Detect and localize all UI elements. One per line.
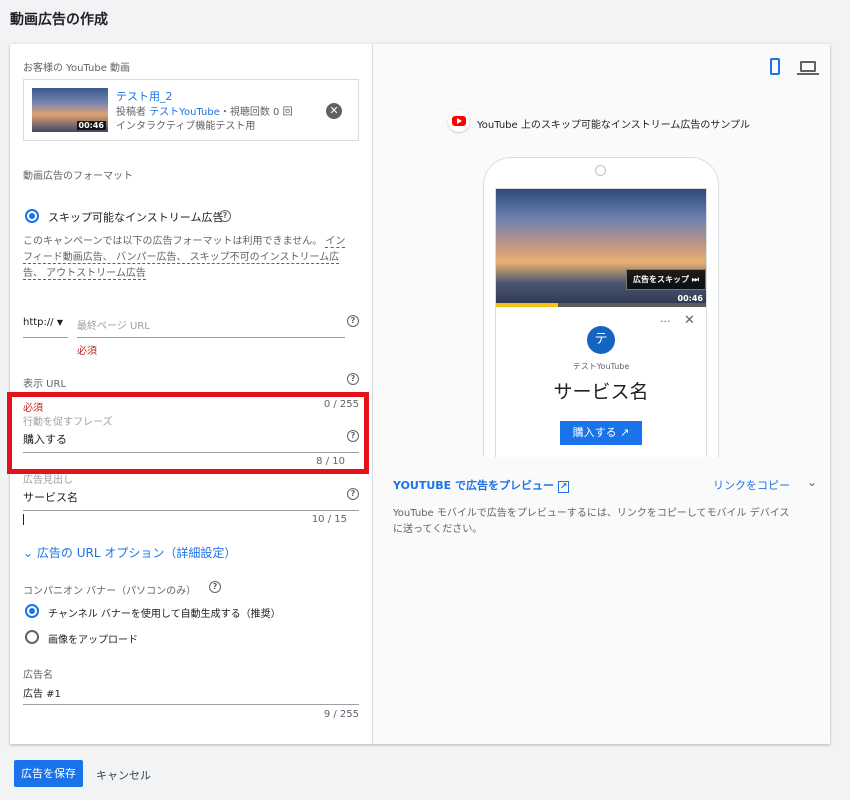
companion-radio-auto[interactable] <box>25 604 39 618</box>
url-options-toggle[interactable]: ⌄ 広告の URL オプション（詳細設定） <box>23 544 236 561</box>
video-thumbnail: 00:46 <box>32 88 108 132</box>
headline-underline <box>23 510 359 511</box>
preview-header: YouTube 上のスキップ可能なインストリーム広告のサンプル <box>477 120 751 131</box>
skip-ad-button[interactable]: 広告をスキップ ⏭ <box>626 269 706 290</box>
companion-label: コンパニオン バナー（パソコンのみ） <box>23 586 197 597</box>
preview-video: 広告をスキップ ⏭ 00:46 <box>496 189 706 307</box>
preview-link-label: YOUTUBE で広告をプレビュー <box>393 479 555 492</box>
laptop-base <box>797 73 819 75</box>
youtube-play-triangle <box>457 118 462 124</box>
thumbnail-duration: 00:46 <box>76 121 106 130</box>
preview-cta-label: 購入する <box>572 426 617 439</box>
format-note-link-infeed[interactable]: イン <box>325 236 346 248</box>
skip-ad-label: 広告をスキップ <box>633 275 689 284</box>
save-ad-button[interactable]: 広告を保存 <box>14 760 83 787</box>
final-url-input[interactable]: 最終ページ URL <box>77 317 150 332</box>
companion-radio-upload[interactable] <box>25 630 39 644</box>
close-icon[interactable]: ✕ <box>684 313 695 328</box>
chevron-down-icon: ▼ <box>56 318 63 327</box>
page-title: 動画広告の作成 <box>10 12 108 28</box>
protocol-underline <box>23 337 68 338</box>
preview-help-line2: に送ってください。 <box>393 524 483 535</box>
open-external-icon: ↗ <box>557 481 570 493</box>
text-cursor <box>23 514 24 525</box>
laptop-icon[interactable] <box>800 61 816 72</box>
video-title-link[interactable]: テスト用_2 <box>116 88 173 104</box>
preview-help-text: YouTube モバイルで広告をプレビューするには、リンクをコピーしてモバイル … <box>393 506 789 538</box>
video-section-label: お客様の YouTube 動画 <box>23 63 131 74</box>
format-section-label: 動画広告のフォーマット <box>23 171 133 182</box>
headline-help-icon[interactable]: ? <box>347 488 359 500</box>
companion-option-upload: 画像をアップロード <box>48 635 138 646</box>
chevron-down-icon: ⌄ <box>23 546 34 560</box>
video-meta: 投稿者 テストYouTube・視聴回数 0 回 <box>116 103 293 118</box>
final-url-required: 必須 <box>77 346 97 357</box>
preview-headline: サービス名 <box>553 381 649 403</box>
format-note: このキャンペーンでは以下の広告フォーマットは利用できません。 イン フィード動画… <box>23 234 363 282</box>
format-help-icon[interactable]: ? <box>219 210 231 222</box>
skip-next-icon: ⏭ <box>691 275 699 284</box>
preview-channel: テストYouTube <box>572 362 630 371</box>
remove-video-close-icon[interactable]: ✕ <box>326 103 342 119</box>
chevron-down-icon[interactable]: ⌄ <box>807 475 817 489</box>
highlight-box <box>7 392 369 474</box>
copy-link-button[interactable]: リンクをコピー <box>713 477 790 493</box>
final-url-underline <box>77 337 345 338</box>
phone-screen: 広告をスキップ ⏭ 00:46 ··· ✕ テ テストYouTube サービス名… <box>495 188 707 457</box>
protocol-select[interactable]: http:// ▼ <box>23 317 63 328</box>
ad-name-underline <box>23 704 359 705</box>
phone-mockup: 広告をスキップ ⏭ 00:46 ··· ✕ テ テストYouTube サービス名… <box>483 157 719 457</box>
external-link-icon: ↗ <box>620 426 630 439</box>
headline-input[interactable]: サービス名 <box>23 489 78 505</box>
youtube-logo-icon <box>448 110 470 132</box>
format-option-label: スキップ可能なインストリーム広告 <box>48 211 224 224</box>
ad-name-counter: 9 / 255 <box>323 709 359 720</box>
cancel-button[interactable]: キャンセル <box>96 767 151 783</box>
protocol-value: http:// <box>23 317 54 328</box>
headline-counter: 10 / 15 <box>311 514 347 525</box>
companion-option-auto: チャンネル バナーを使用して自動生成する（推奨） <box>48 609 281 620</box>
ad-name-input[interactable]: 広告 #1 <box>23 685 61 700</box>
format-note-links[interactable]: フィード動画広告、 バンパー広告、 スキップ不可のインストリーム広 <box>23 252 340 264</box>
preview-cta-button[interactable]: 購入する ↗ <box>560 421 642 445</box>
format-radio-skippable[interactable] <box>25 209 39 223</box>
preview-panel: YouTube 上のスキップ可能なインストリーム広告のサンプル 広告をスキップ … <box>372 44 830 744</box>
ad-name-label: 広告名 <box>23 670 53 681</box>
channel-avatar: テ <box>587 326 615 354</box>
preview-duration: 00:46 <box>677 294 703 303</box>
more-icon[interactable]: ··· <box>660 315 671 328</box>
final-url-help-icon[interactable]: ? <box>347 315 359 327</box>
companion-help-icon[interactable]: ? <box>209 581 221 593</box>
phone-camera <box>595 165 606 176</box>
format-note-links-end[interactable]: 告、 アウトストリーム広告 <box>23 268 146 280</box>
preview-on-youtube-link[interactable]: YOUTUBE で広告をプレビュー ↗ <box>393 477 570 493</box>
url-options-label: 広告の URL オプション（詳細設定） <box>36 546 237 560</box>
progress-fill <box>496 303 558 307</box>
display-url-help-icon[interactable]: ? <box>347 373 359 385</box>
phone-icon[interactable] <box>770 58 780 75</box>
preview-help-line1: YouTube モバイルで広告をプレビューするには、リンクをコピーしてモバイル … <box>393 508 790 519</box>
video-description: インタラクティブ機能テスト用 <box>116 121 256 132</box>
video-card: 00:46 テスト用_2 投稿者 テストYouTube・視聴回数 0 回 インタ… <box>23 79 359 141</box>
format-note-prefix: このキャンペーンでは以下の広告フォーマットは利用できません。 <box>23 236 323 247</box>
display-url-label: 表示 URL <box>23 379 67 390</box>
